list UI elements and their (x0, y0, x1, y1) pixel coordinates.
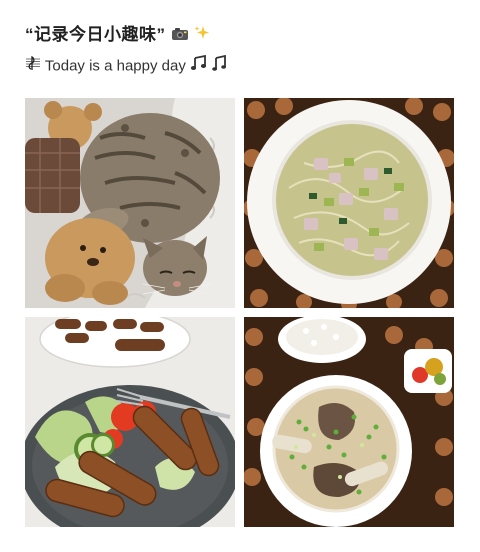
camera-with-flash-icon (171, 23, 189, 49)
photo-sausages-salad[interactable] (25, 317, 235, 527)
post-subtitle: Today is a happy day (44, 57, 186, 75)
musical-score-icon (25, 55, 41, 78)
noodle-soup-image (244, 98, 454, 308)
photo-cat-with-teddy-bear[interactable] (25, 98, 235, 308)
post-title-line: “记录今日小趣味” (25, 22, 228, 48)
music-note-icon (212, 54, 228, 78)
post-title: “记录今日小趣味” (25, 25, 166, 44)
musical-notes-icon (190, 54, 208, 78)
post-subtitle-line: Today is a happy day (25, 54, 228, 78)
post-caption: “记录今日小趣味” Today is a happy day (25, 22, 228, 77)
photo-beef-bone-soup-rice[interactable] (244, 317, 454, 527)
sparkles-icon (194, 23, 210, 49)
cat-with-teddy-bear-image (25, 98, 235, 308)
beef-bone-soup-rice-image (244, 317, 454, 527)
photo-noodle-soup[interactable] (244, 98, 454, 308)
photo-grid (25, 98, 455, 528)
sausages-salad-image (25, 317, 235, 527)
